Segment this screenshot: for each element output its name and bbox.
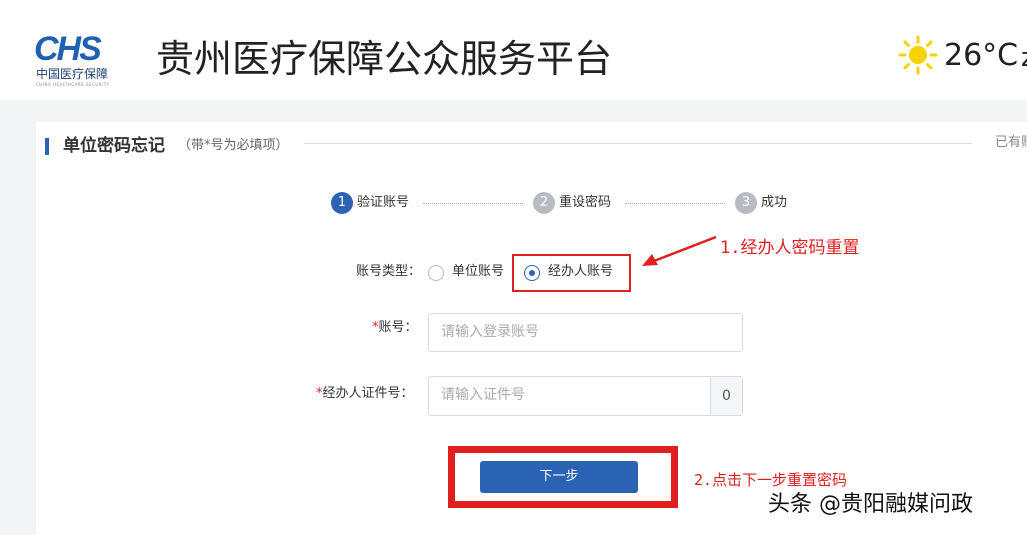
step-3-circle: 3	[735, 192, 757, 214]
account-label: *账号：	[372, 320, 418, 335]
radio-unit-account-label[interactable]: 单位账号	[452, 262, 504, 282]
radio-unit-account[interactable]	[428, 265, 444, 281]
step-1-circle: 1	[331, 192, 353, 214]
step-2-label: 重设密码	[559, 195, 612, 210]
section-title: 单位密码忘记	[63, 136, 165, 156]
annotation-note-1: 1.经办人密码重置	[720, 238, 860, 258]
account-type-label: 账号类型：	[356, 264, 422, 279]
section-divider	[304, 143, 972, 144]
account-input[interactable]: 请输入登录账号	[428, 313, 743, 352]
annotation-box-next-button	[448, 446, 678, 508]
header: CHS 中国医疗保障 CHINA HEALTHCARE SECURITY 贵州医…	[0, 0, 1027, 100]
logo-chinese-text: 中国医疗保障	[36, 67, 109, 81]
id-counter: 0	[710, 377, 742, 415]
step-1-label: 验证账号	[357, 195, 410, 210]
step-connector	[625, 203, 725, 204]
sun-icon	[898, 35, 938, 75]
annotation-box-agent-radio	[512, 254, 631, 292]
watermark: 头条 @贵阳融媒问政	[768, 492, 973, 517]
temperature: 26°C	[944, 38, 1019, 73]
chs-logo[interactable]: CHS 中国医疗保障 CHINA HEALTHCARE SECURITY	[34, 32, 126, 90]
step-2-circle: 2	[533, 192, 555, 214]
section-marker	[45, 138, 49, 155]
step-connector	[423, 203, 523, 204]
required-note: （带*号为必填项）	[178, 138, 289, 153]
annotation-arrow-icon	[642, 235, 717, 266]
site-title: 贵州医疗保障公众服务平台	[156, 37, 613, 81]
logo-mark: CHS	[34, 30, 102, 68]
header-cut-text: z	[1021, 40, 1027, 76]
id-number-label: *经办人证件号：	[316, 386, 414, 401]
step-3-label: 成功	[761, 195, 788, 210]
id-number-input[interactable]: 请输入证件号	[428, 376, 743, 416]
logo-english-text: CHINA HEALTHCARE SECURITY	[36, 82, 110, 87]
login-link[interactable]: 已有账	[995, 134, 1027, 152]
